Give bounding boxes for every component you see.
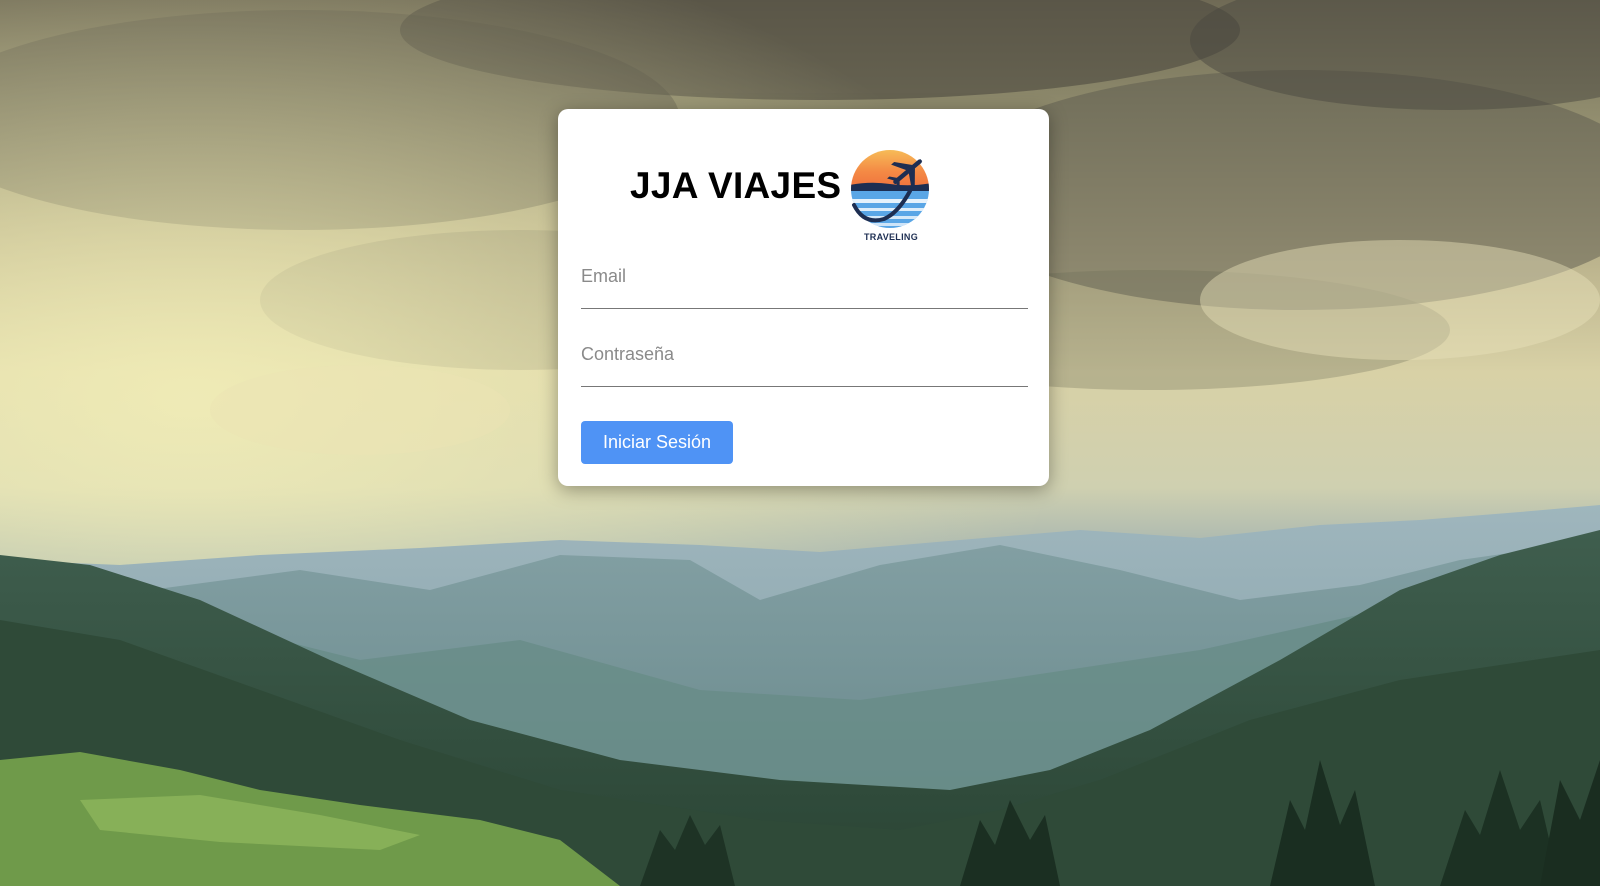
login-button[interactable]: Iniciar Sesión <box>581 421 733 464</box>
email-input[interactable] <box>581 259 1028 308</box>
password-input[interactable] <box>581 337 1028 386</box>
login-card: JJA VIAJES TRAVELING Email Iniciar Sesió… <box>558 109 1049 486</box>
email-field-container <box>581 259 1028 309</box>
brand-title: JJA VIAJES <box>630 165 842 206</box>
password-field-container <box>581 337 1028 387</box>
logo-caption: TRAVELING <box>863 232 919 242</box>
airplane-sunset-logo-icon: TRAVELING <box>850 147 932 247</box>
